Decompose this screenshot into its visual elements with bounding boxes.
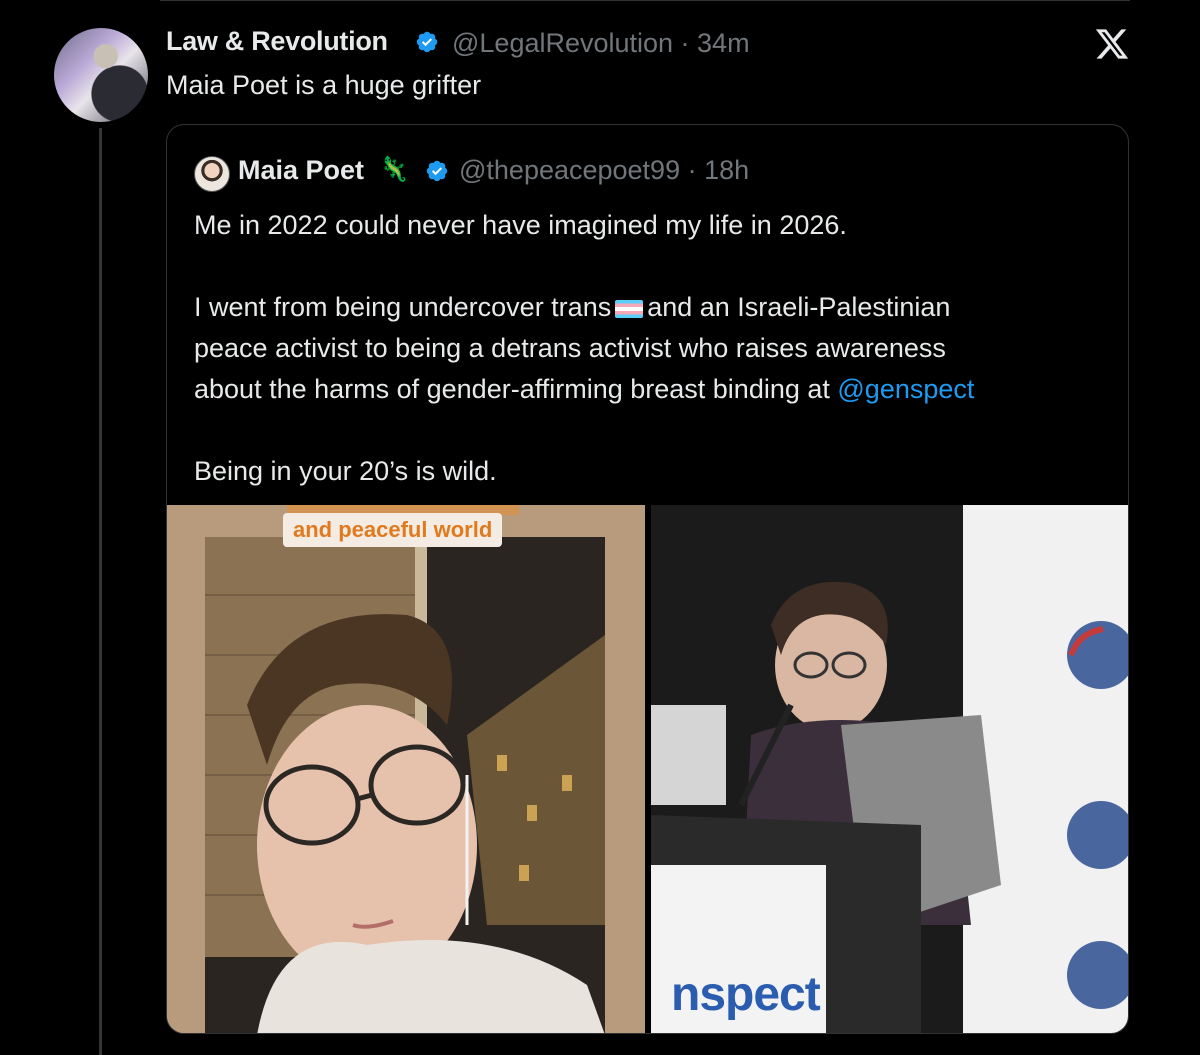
author-name[interactable]: Law & Revolution xyxy=(166,26,388,57)
verified-badge-icon xyxy=(416,31,438,53)
transgender-flag-icon xyxy=(615,300,644,318)
quote-text-segment: and an Israeli-Palestinian xyxy=(647,292,951,322)
quote-text-segment: about the harms of gender-affirming brea… xyxy=(194,374,838,404)
quote-author-avatar[interactable] xyxy=(194,156,230,192)
tweet-text: Maia Poet is a huge grifter xyxy=(166,70,482,100)
genspect-sign-text: nspect xyxy=(671,968,821,1021)
quote-media[interactable]: and peaceful world nspect xyxy=(167,505,1128,1033)
quote-line: Me in 2022 could never have imagined my … xyxy=(194,210,847,240)
top-divider xyxy=(160,0,1130,1)
quote-line: I went from being undercover trans and an… xyxy=(194,287,1094,328)
x-logo-icon xyxy=(1095,29,1129,59)
quote-line: Being in your 20’s is wild. xyxy=(194,456,497,486)
selfie-photo[interactable]: and peaceful world xyxy=(167,505,645,1033)
thread-line xyxy=(99,128,102,1055)
author-handle-time[interactable]: @LegalRevolution · 34m xyxy=(452,28,750,59)
verified-badge-icon xyxy=(426,160,448,182)
quote-line: about the harms of gender-affirming brea… xyxy=(194,369,1094,410)
speech-photo-illustration xyxy=(651,505,1128,1033)
selfie-photo-illustration xyxy=(167,505,645,1033)
mention-link[interactable]: @genspect xyxy=(837,374,974,404)
quote-line: peace activist to being a detrans activi… xyxy=(194,333,946,363)
story-caption: and peaceful world xyxy=(283,513,503,547)
lizard-emoji: 🦎 xyxy=(379,156,409,183)
author-avatar[interactable] xyxy=(54,28,148,122)
speech-photo[interactable]: nspect xyxy=(651,505,1128,1033)
quote-text: Me in 2022 could never have imagined my … xyxy=(194,205,1094,492)
quote-text-segment: I went from being undercover trans xyxy=(194,292,612,322)
quote-author-name[interactable]: Maia Poet xyxy=(238,155,364,186)
quote-tweet-card[interactable]: Maia Poet 🦎 @thepeacepoet99 · 18h Me in … xyxy=(166,124,1129,1034)
quote-author-handle-time[interactable]: @thepeacepoet99 · 18h xyxy=(459,155,749,186)
